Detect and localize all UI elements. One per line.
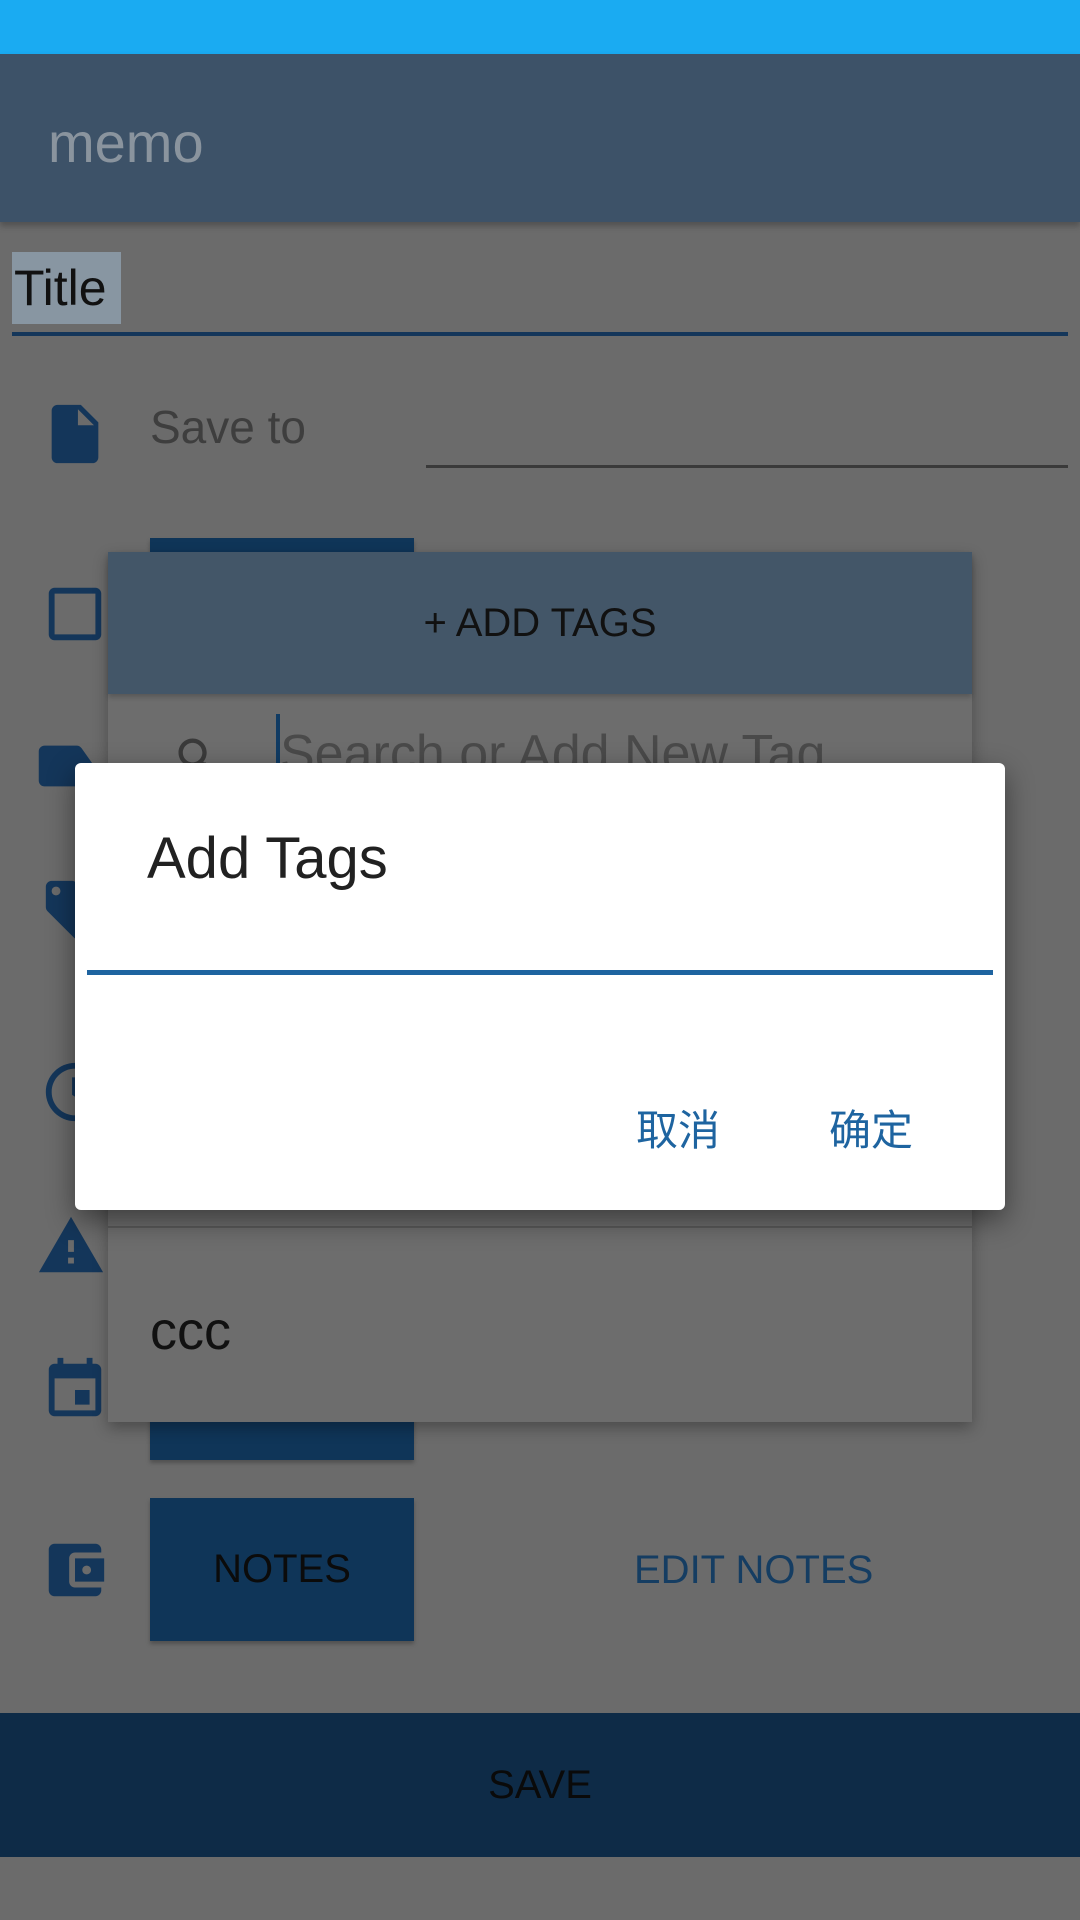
wallet-icon <box>40 1530 110 1610</box>
app-title: memo <box>48 111 204 174</box>
title-field[interactable]: Title <box>12 250 1068 336</box>
calendar-icon <box>40 1350 110 1430</box>
status-bar <box>0 0 1080 54</box>
tag-item[interactable]: ccc <box>150 1300 231 1362</box>
dialog-title: Add Tags <box>147 826 388 891</box>
notes-button[interactable]: NOTES <box>150 1498 414 1641</box>
title-text: Title <box>12 252 121 324</box>
edit-notes-button[interactable]: EDIT NOTES <box>634 1548 873 1593</box>
add-tags-dialog: Add Tags 取消 确定 <box>75 763 1005 1210</box>
add-tags-button[interactable]: + ADD TAGS <box>108 552 972 694</box>
file-icon <box>40 394 110 474</box>
save-to-label: Save to <box>150 401 306 453</box>
divider <box>108 1226 972 1228</box>
app-bar: memo <box>0 54 1080 222</box>
ok-button[interactable]: 确定 <box>821 1093 921 1162</box>
cancel-button[interactable]: 取消 <box>628 1093 728 1162</box>
tag-name-input[interactable] <box>87 923 993 975</box>
warning-icon <box>36 1206 106 1286</box>
save-to-field[interactable] <box>426 465 1068 468</box>
checkbox-icon[interactable] <box>40 574 110 654</box>
save-button[interactable]: SAVE <box>0 1713 1080 1857</box>
